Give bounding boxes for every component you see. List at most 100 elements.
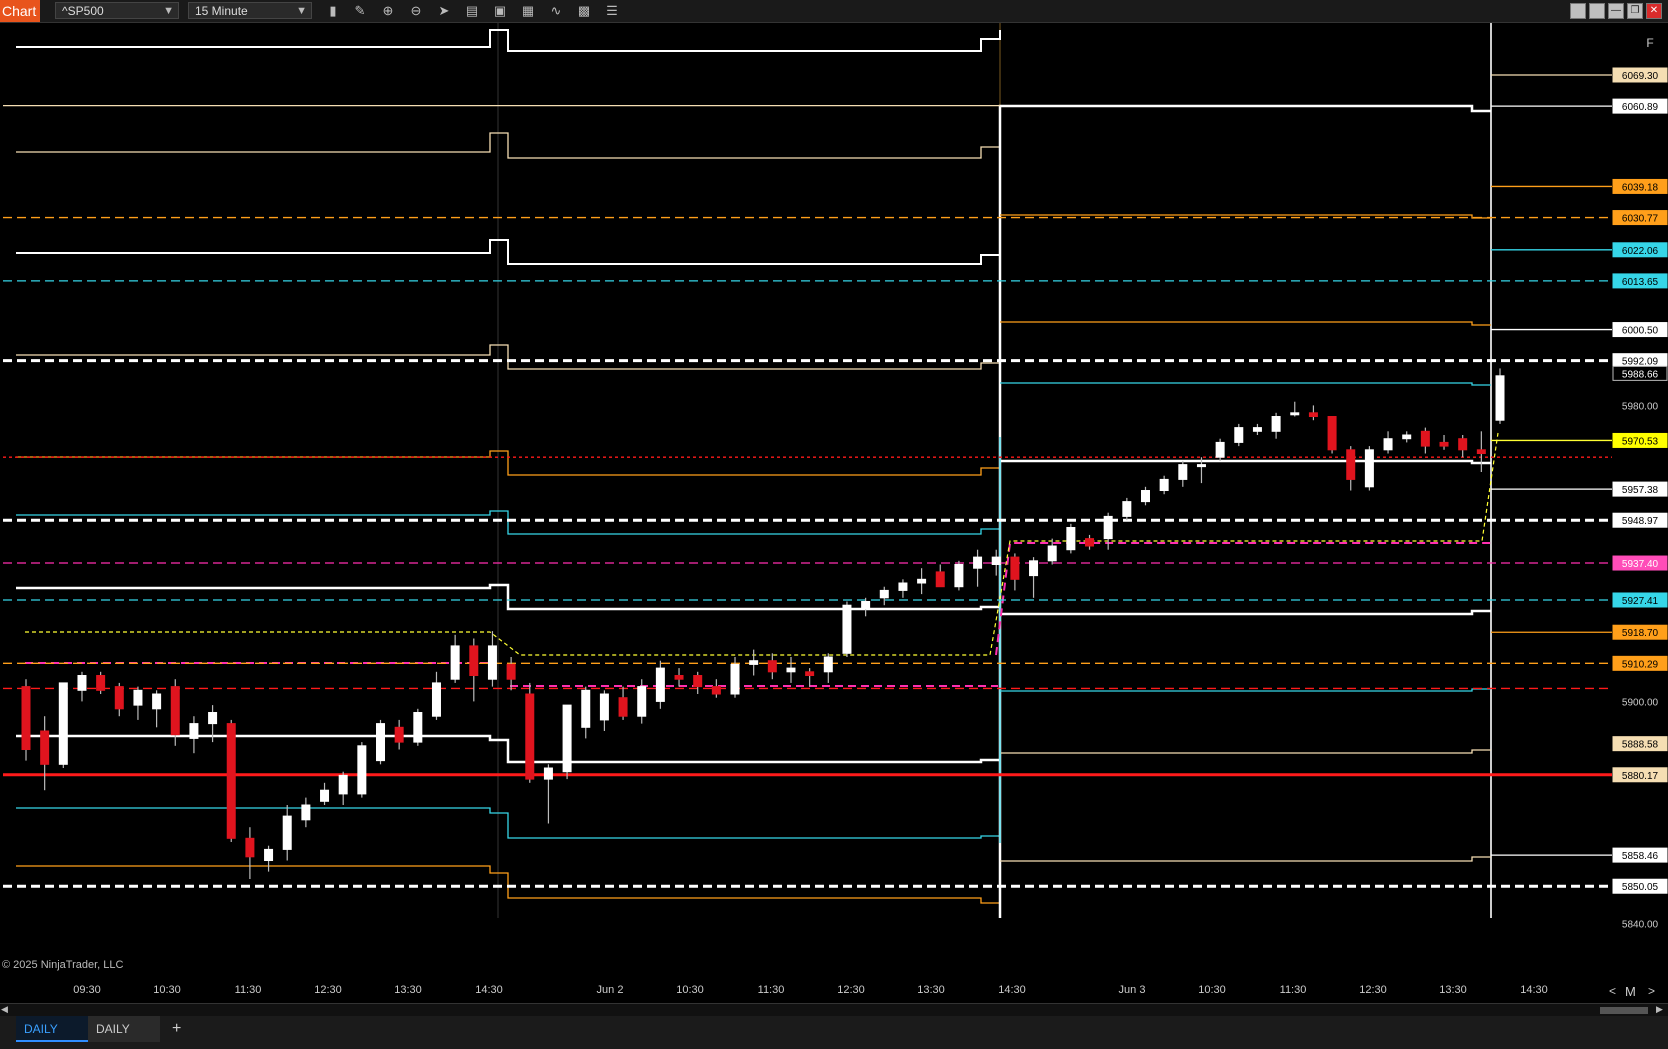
price-label: 6013.65 <box>1622 277 1659 288</box>
candle-up <box>562 704 572 773</box>
time-axis-label: 12:30 <box>1359 984 1387 996</box>
list-icon[interactable]: ☰ <box>604 3 620 19</box>
tile-icon[interactable] <box>1570 3 1586 19</box>
candle-up <box>1103 515 1113 540</box>
candle-down <box>1346 449 1356 480</box>
candle-up <box>282 815 292 850</box>
time-axis-label: 10:30 <box>153 984 181 996</box>
price-chart[interactable]: 5980.00 5900.00 5840.00 6069.30 6060.89 6039.… <box>0 23 1668 983</box>
instrument-selector[interactable]: ^SP500 ▼ <box>55 2 179 19</box>
candle-up <box>581 689 591 728</box>
price-scale: 5980.00 5900.00 5840.00 6069.30 6060.89 6039.… <box>1612 23 1668 983</box>
scroll-left-arrow-icon[interactable]: ◀ <box>1 1004 8 1015</box>
price-label: 5888.58 <box>1622 740 1659 751</box>
time-axis: 09:30 10:30 11:30 12:30 13:30 14:30 Jun 2 10:30… <box>0 984 1668 1002</box>
candle-up <box>543 767 553 780</box>
zoom-in-icon[interactable]: ⊕ <box>380 3 396 19</box>
scroll-thumb[interactable] <box>1600 1007 1648 1014</box>
time-axis-label: 11:30 <box>234 984 262 996</box>
candle-down <box>114 686 124 710</box>
candle-up <box>823 656 833 673</box>
candle-up <box>898 582 908 591</box>
strategy-icon[interactable]: ∿ <box>548 3 564 19</box>
bar-type-icon[interactable]: ▮ <box>325 3 341 19</box>
indicator-icon[interactable]: ▦ <box>520 3 536 19</box>
price-label: 5937.40 <box>1622 559 1659 570</box>
candle-up <box>973 556 983 569</box>
price-tick: 5840.00 <box>1622 919 1659 930</box>
pencil-icon[interactable]: ✎ <box>352 3 368 19</box>
close-icon[interactable]: ✕ <box>1646 3 1662 19</box>
candle-up <box>879 589 889 599</box>
time-axis-label: 09:30 <box>73 984 101 996</box>
candle-up <box>1402 434 1412 440</box>
horizontal-scrollbar[interactable]: ◀ ▶ <box>0 1003 1668 1016</box>
candle-up <box>152 693 162 710</box>
tab-daily[interactable]: DAILY <box>88 1016 160 1042</box>
candle-up <box>1364 449 1374 488</box>
candle-down <box>469 645 479 677</box>
price-label: 5948.97 <box>1622 516 1659 527</box>
candle-down <box>170 686 180 736</box>
candle-up <box>1271 416 1281 432</box>
data-box-icon[interactable]: ▤ <box>464 3 480 19</box>
candle-down <box>394 726 404 743</box>
cursor-icon[interactable]: ➤ <box>436 3 452 19</box>
properties-icon[interactable]: ▩ <box>576 3 592 19</box>
candle-down <box>1308 412 1318 418</box>
candle-down <box>1458 438 1468 451</box>
candle-up <box>1047 545 1057 562</box>
time-axis-label: 14:30 <box>475 984 503 996</box>
candle-up <box>655 667 665 702</box>
instrument-value: ^SP500 <box>62 4 104 18</box>
candle-up <box>991 556 1001 566</box>
candle-down <box>693 675 703 688</box>
candle-down <box>767 660 777 673</box>
candle-up <box>58 682 68 765</box>
candle-up <box>599 693 609 721</box>
candle-down <box>96 675 106 691</box>
panel-f-button[interactable]: F <box>1642 34 1658 52</box>
price-label: 5927.41 <box>1622 596 1659 607</box>
price-label: 5850.05 <box>1622 882 1659 893</box>
interval-selector[interactable]: 15 Minute ▼ <box>188 2 312 19</box>
chevron-down-icon: ▼ <box>163 5 174 17</box>
axis-scroll-left-button[interactable]: < <box>1609 984 1616 998</box>
chart-toolbar: Chart ^SP500 ▼ 15 Minute ▼ ▮ ✎ ⊕ ⊖ ➤ ▤ ▣… <box>0 0 1668 23</box>
scroll-right-arrow-icon[interactable]: ▶ <box>1656 1004 1663 1015</box>
candle-up <box>1252 427 1262 432</box>
tile-alt-icon[interactable] <box>1589 3 1605 19</box>
axis-scroll-right-button[interactable]: > <box>1648 984 1655 998</box>
candle-up <box>77 675 87 691</box>
price-tick: 5980.00 <box>1622 401 1659 412</box>
candle-down <box>674 675 684 680</box>
candle-up <box>917 578 927 584</box>
candle-down <box>1010 556 1020 580</box>
price-scale-bg <box>1612 23 1668 983</box>
candle-down <box>226 723 236 839</box>
time-axis-label: 11:30 <box>1279 984 1307 996</box>
time-axis-label: 13:30 <box>917 984 945 996</box>
candle-down <box>1085 538 1095 547</box>
candle-up <box>431 682 441 717</box>
price-label: 6030.77 <box>1622 214 1659 225</box>
price-label: 6039.18 <box>1622 182 1659 193</box>
time-axis-label: 10:30 <box>676 984 704 996</box>
price-label: 6060.89 <box>1622 102 1659 113</box>
candle-down <box>618 697 628 717</box>
candle-up <box>842 604 852 654</box>
maximize-icon[interactable]: ❐ <box>1627 3 1643 19</box>
candle-up <box>1290 412 1300 416</box>
candle-up <box>1215 441 1225 458</box>
template-icon[interactable]: ▣ <box>492 3 508 19</box>
price-label: 5858.46 <box>1622 851 1659 862</box>
minimize-icon[interactable]: — <box>1608 3 1624 19</box>
add-tab-button[interactable]: + <box>164 1016 186 1042</box>
candle-up <box>1495 375 1505 421</box>
tab-daily-active[interactable]: DAILY <box>16 1016 88 1042</box>
zoom-out-icon[interactable]: ⊖ <box>408 3 424 19</box>
candle-up <box>861 601 871 610</box>
axis-mode-button[interactable]: M <box>1625 984 1636 999</box>
time-axis-label: Jun 2 <box>596 984 624 996</box>
time-axis-label: 13:30 <box>394 984 422 996</box>
